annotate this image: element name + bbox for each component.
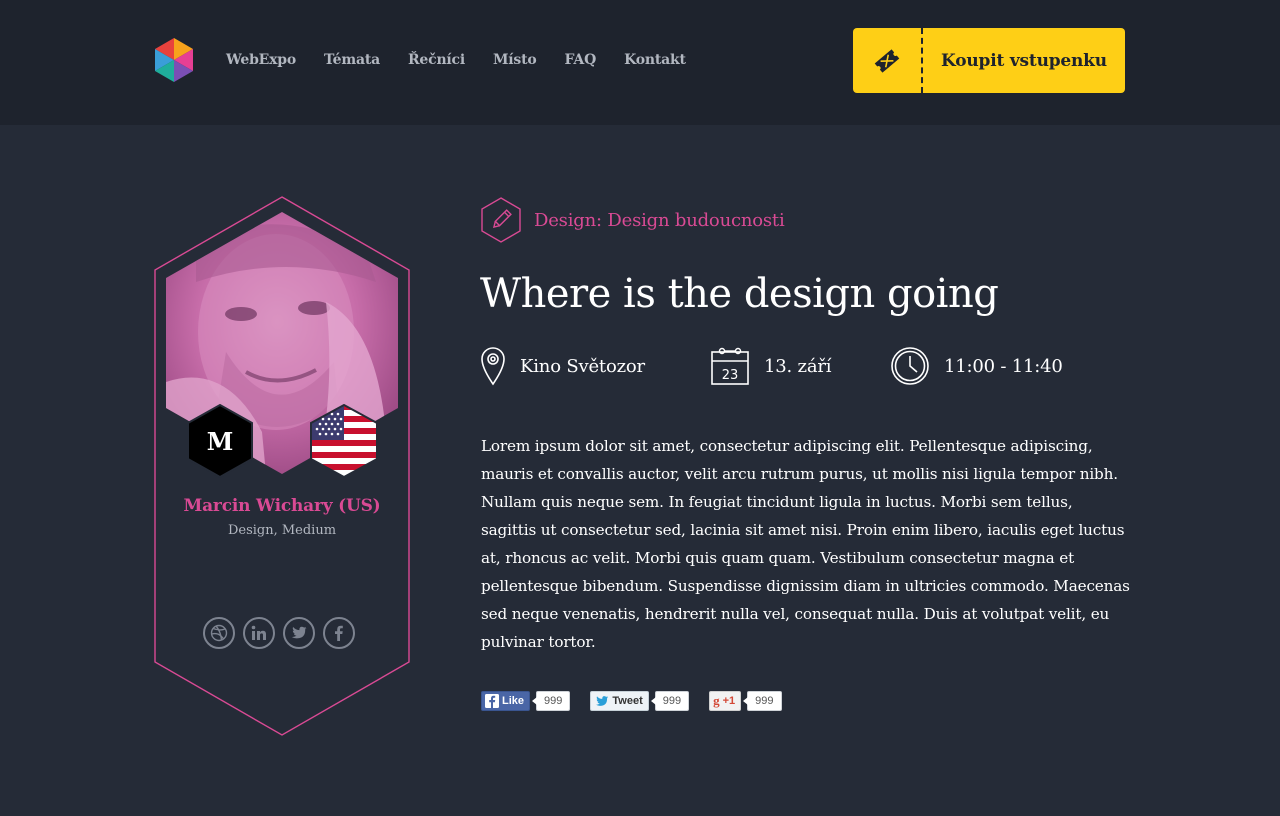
google-plus-icon: g — [713, 693, 720, 708]
nav-item-kontakt[interactable]: Kontakt — [624, 52, 686, 68]
webexpo-logo[interactable] — [153, 38, 195, 82]
speaker-name[interactable]: Marcin Wichary (US) — [153, 496, 411, 516]
company-badge: M — [187, 404, 253, 478]
nav-item-webexpo[interactable]: WebExpo — [226, 52, 296, 68]
nav-item-temata[interactable]: Témata — [324, 52, 380, 68]
talk-time: 11:00 - 11:40 — [890, 346, 1063, 386]
pencil-icon — [481, 197, 521, 243]
tweet-button[interactable]: Tweet 999 — [590, 691, 690, 711]
facebook-icon[interactable] — [323, 617, 355, 649]
ticket-icon-wrap — [853, 28, 923, 93]
main-nav: WebExpo Témata Řečníci Místo FAQ Kontakt — [226, 52, 714, 68]
site-header: WebExpo Témata Řečníci Místo FAQ Kontakt… — [0, 0, 1280, 125]
facebook-like-label: Like — [502, 695, 525, 707]
talk-category-label: Design: Design budoucnosti — [534, 209, 785, 231]
calendar-day: 23 — [722, 368, 739, 383]
twitter-tweet: Tweet — [590, 691, 649, 711]
facebook-like: Like — [481, 691, 531, 711]
nav-item-misto[interactable]: Místo — [493, 52, 537, 68]
twitter-bird-icon — [596, 695, 609, 706]
speaker-tags: Design, Medium — [227, 523, 337, 538]
time-text: 11:00 - 11:40 — [944, 355, 1063, 377]
date-text: 13. září — [764, 355, 832, 377]
twitter-icon[interactable] — [283, 617, 315, 649]
ticket-icon — [874, 48, 900, 73]
speaker-socials — [203, 617, 363, 649]
google-plus-label: +1 — [722, 695, 736, 707]
talk-description: Lorem ipsum dolor sit amet, consectetur … — [481, 437, 1130, 651]
google-plus-count: 999 — [743, 691, 782, 711]
talk-venue: Kino Světozor — [480, 346, 645, 386]
venue-text: Kino Světozor — [520, 355, 645, 377]
calendar-icon: 23 — [711, 347, 749, 385]
google-plus-one: g +1 — [709, 691, 742, 711]
tweet-label: Tweet — [612, 695, 643, 707]
dribbble-icon[interactable] — [203, 617, 235, 649]
us-flag-icon — [310, 404, 378, 478]
facebook-icon — [485, 694, 499, 708]
buy-ticket-label: Koupit vstupenku — [941, 50, 1107, 71]
talk-title: Where is the design going — [480, 271, 999, 317]
share-buttons: Like 999 Tweet 999 g +1 999 — [481, 691, 802, 711]
location-pin-icon — [481, 347, 505, 386]
clock-icon — [891, 347, 929, 385]
buy-ticket-button[interactable]: Koupit vstupenku — [853, 28, 1125, 93]
google-plus-button[interactable]: g +1 999 — [709, 691, 782, 711]
company-badge-letter: M — [207, 427, 234, 456]
linkedin-icon[interactable] — [243, 617, 275, 649]
facebook-like-count: 999 — [531, 691, 571, 711]
tweet-count: 999 — [650, 691, 690, 711]
nav-item-recnici[interactable]: Řečníci — [408, 52, 465, 68]
talk-category[interactable]: Design: Design budoucnosti — [480, 197, 785, 243]
nav-item-faq[interactable]: FAQ — [565, 52, 597, 68]
talk-date: 23 13. září — [710, 346, 832, 386]
facebook-like-button[interactable]: Like 999 — [481, 691, 571, 711]
